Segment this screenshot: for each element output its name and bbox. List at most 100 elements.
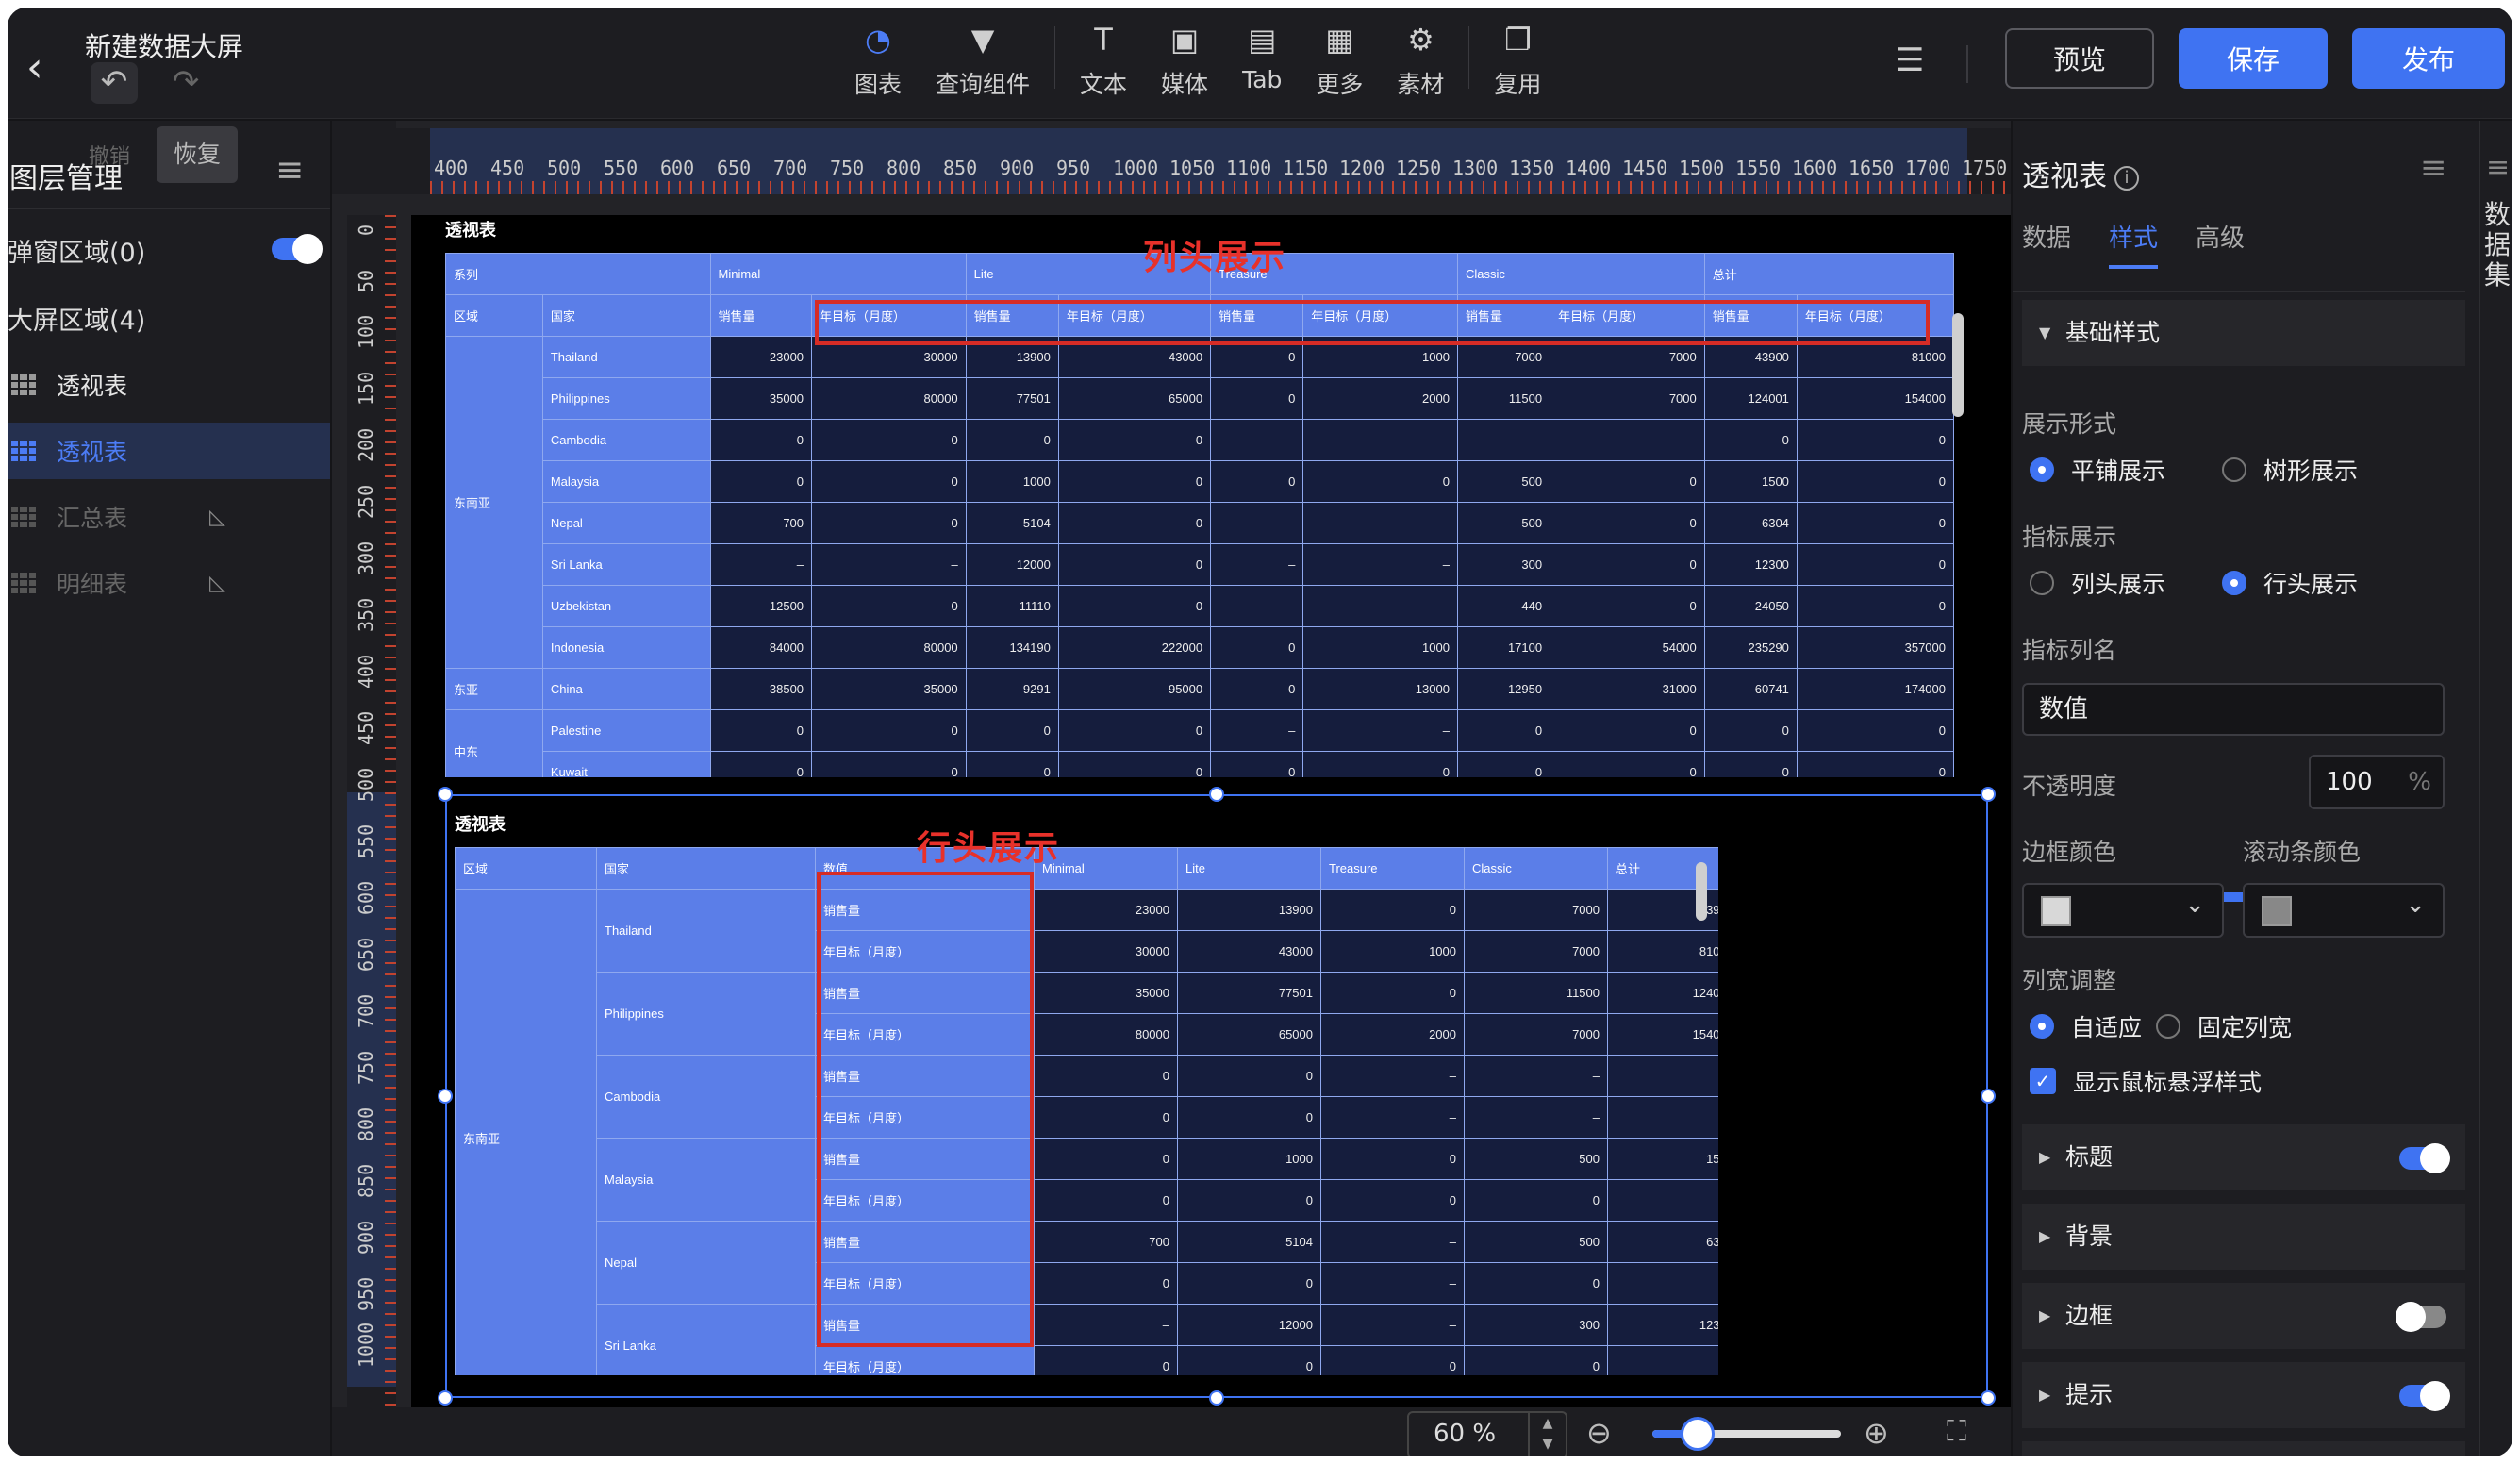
resize-handle[interactable] [438, 1390, 453, 1406]
opacity-input[interactable]: 100 % [2309, 755, 2445, 809]
zoom-slider[interactable] [1652, 1417, 1841, 1451]
value-cell: 500 [1456, 460, 1551, 503]
scrollbar-color-picker[interactable]: ⌄ [2243, 883, 2445, 938]
tool-chart-pie[interactable]: ◔ 图表 [837, 21, 919, 108]
resize-handle[interactable] [1209, 1390, 1224, 1406]
value-cell: 0 [1210, 668, 1304, 710]
save-button[interactable]: 保存 [2179, 28, 2328, 89]
ruler-mark: 500 [547, 157, 582, 179]
eye-closed-icon[interactable]: ◺ [209, 506, 225, 529]
table-row[interactable]: 东亚 China 38500 35000 9291 95000 0 13000 12950 310… [445, 668, 1955, 710]
tab-0[interactable]: 数据 [2022, 219, 2071, 269]
section-toggle[interactable] [2396, 1302, 2446, 1332]
section-basic-style[interactable]: ▼ 基础样式 [2022, 300, 2465, 366]
resize-handle[interactable] [1209, 787, 1224, 802]
metric-column-name-input[interactable]: 数值 [2022, 683, 2445, 736]
column-mode-annotation: 列头展示 [1143, 239, 1287, 277]
layer-item[interactable]: 透视表 [8, 423, 330, 479]
radio-tile-display[interactable]: 平铺展示 [2030, 453, 2165, 487]
resize-handle[interactable] [1981, 1089, 1996, 1104]
radio-width-auto[interactable]: 自适应 [2030, 1009, 2142, 1043]
layer-item[interactable]: 透视表 [8, 357, 330, 413]
section-toggle[interactable] [2399, 1143, 2450, 1173]
panel-menu-icon[interactable]: ≡ [2420, 149, 2447, 187]
side-menu-icon[interactable]: ≡ [2486, 151, 2510, 184]
value-cell: 35000 [709, 377, 813, 420]
hover-style-checkbox[interactable]: ✓ 显示鼠标悬浮样式 [2030, 1064, 2262, 1098]
settings-sliders-icon[interactable]: ☰ [1896, 42, 1924, 79]
info-icon[interactable]: i [2114, 165, 2139, 191]
tool-funnel[interactable]: ▼ 查询组件 [919, 21, 1047, 108]
image-icon: ▣ [1169, 22, 1200, 58]
border-color-picker[interactable]: ⌄ [2022, 883, 2224, 938]
app-window: ‹ 新建数据大屏 ↶ ↷ ◔ 图表 ▼ 查询组件 T 文本 ▣ 媒体 ▤ Tab ▦ 更多 ⚙ 素材 ❐ 复用… [8, 8, 2512, 1456]
value-cell: 0 [1796, 502, 1955, 544]
table-row[interactable]: Uzbekistan 12500 0 11110 0– –440 0 24050 0 [446, 585, 1955, 627]
screen-area-label: 大屏区域(4) [8, 307, 146, 336]
tool-grid[interactable]: ▦ 更多 [1299, 21, 1380, 108]
tool-copy[interactable]: ❐ 复用 [1477, 21, 1558, 108]
popup-area-row[interactable]: 弹窗区域(0) [8, 232, 330, 269]
back-arrow-icon[interactable]: ‹ [26, 43, 43, 92]
radio-metric-column[interactable]: 列头展示 [2030, 566, 2165, 600]
fit-screen-icon[interactable]: ⛶ [1947, 1415, 1966, 1448]
zoom-input[interactable]: 60 % ▲ ▼ [1407, 1411, 1567, 1456]
radio-width-fixed[interactable]: 固定列宽 [2156, 1009, 2292, 1043]
value-cell: 0 [1456, 709, 1551, 752]
tool-palette[interactable]: ⚙ 素材 [1380, 21, 1461, 108]
redo-tooltip: 恢复 [157, 126, 238, 183]
zoom-stepper-icon[interactable]: ▲ ▼ [1528, 1413, 1566, 1456]
resize-handle[interactable] [438, 787, 453, 802]
table-row[interactable]: Philippines 35000 80000 77501 65000 0 2000 1150… [446, 377, 1955, 420]
section-toggle[interactable] [2399, 1381, 2450, 1411]
undo-icon[interactable]: ↶ [91, 62, 138, 104]
tool-text[interactable]: T 文本 [1063, 21, 1144, 108]
tab-1[interactable]: 样式 [2109, 219, 2159, 269]
layer-item[interactable]: 明细表 ◺ [8, 555, 330, 611]
value-cell: – [709, 543, 813, 586]
table-row[interactable]: Sri Lanka – –12000 0– –300 0 12300 0 [446, 543, 1955, 586]
zoom-out-icon[interactable]: ⊖ [1586, 1415, 1612, 1451]
publish-button[interactable]: 发布 [2352, 28, 2505, 89]
value-cell: – [1456, 419, 1551, 461]
layer-item[interactable]: 汇总表 ◺ [8, 489, 330, 545]
section-row[interactable]: ▶ 提示 [2022, 1362, 2465, 1428]
pivot-scrollbar[interactable] [1952, 313, 1964, 417]
zoom-in-icon[interactable]: ⊕ [1864, 1415, 1889, 1451]
table-row[interactable]: 中东 Palestine 0 0 0 0– –0 0 0 0 [445, 709, 1955, 777]
section-row[interactable]: ▶ 边框 [2022, 1283, 2465, 1349]
preview-button[interactable]: 预览 [2005, 28, 2154, 89]
value-cell: 0 [811, 502, 967, 544]
table-row[interactable]: Indonesia 84000 80000 134190 222000 0 1000 1710… [446, 626, 1955, 669]
resize-handle[interactable] [1981, 1390, 1996, 1406]
redo-icon[interactable]: ↷ [162, 62, 209, 104]
tab-2[interactable]: 高级 [2196, 219, 2245, 269]
radio-metric-row[interactable]: 行头展示 [2222, 566, 2358, 600]
screen-canvas[interactable]: 透视表 系列 Minimal Lite Treasure Classic 总计 区域 国家 销售… [411, 215, 2011, 1407]
unit-label: % [2408, 768, 2431, 796]
table-row[interactable]: Malaysia 0 0 1000 0 0 0 500 0 1500 0 [446, 460, 1955, 503]
section-row[interactable]: ▶ 背景 [2022, 1204, 2465, 1270]
ruler-corner-icon[interactable] [332, 121, 396, 194]
value-cell: 2000 [1302, 377, 1458, 420]
radio-tree-display[interactable]: 树形展示 [2222, 453, 2358, 487]
section-row[interactable]: ▶ 标题 [2022, 1124, 2465, 1190]
table-row[interactable]: Nepal 700 0 5104 0– –500 0 6304 0 [446, 502, 1955, 544]
eye-closed-icon[interactable]: ◺ [209, 572, 225, 595]
series-header: Minimal [709, 253, 967, 295]
collapse-panel-icon[interactable]: ≡ [275, 151, 304, 190]
resize-handle[interactable] [1981, 787, 1996, 802]
value-cell: 357000 [1796, 626, 1955, 669]
tool-tab[interactable]: ▤ Tab [1225, 21, 1299, 108]
value-cell: 0 [1057, 460, 1212, 503]
tool-image[interactable]: ▣ 媒体 [1144, 21, 1225, 108]
section-row[interactable]: ▶表头 [2022, 1441, 2465, 1456]
resize-handle[interactable] [438, 1089, 453, 1104]
table-row[interactable]: Kuwait 0 0 0 0 0 0 0 0 0 0 [446, 751, 1955, 777]
canvas-area[interactable]: 400 450 500 550 600 650 700 750 800 850 900 950 1000… [332, 121, 2011, 1456]
value-cell: – [1210, 543, 1304, 586]
ruler-mark: 100 [355, 314, 377, 349]
table-row[interactable]: Cambodia 0 0 0 0– – – –0 0 [446, 419, 1955, 461]
popup-area-toggle[interactable] [272, 234, 323, 264]
dataset-side-tab[interactable]: ≡ 数据集 [2479, 121, 2512, 1456]
